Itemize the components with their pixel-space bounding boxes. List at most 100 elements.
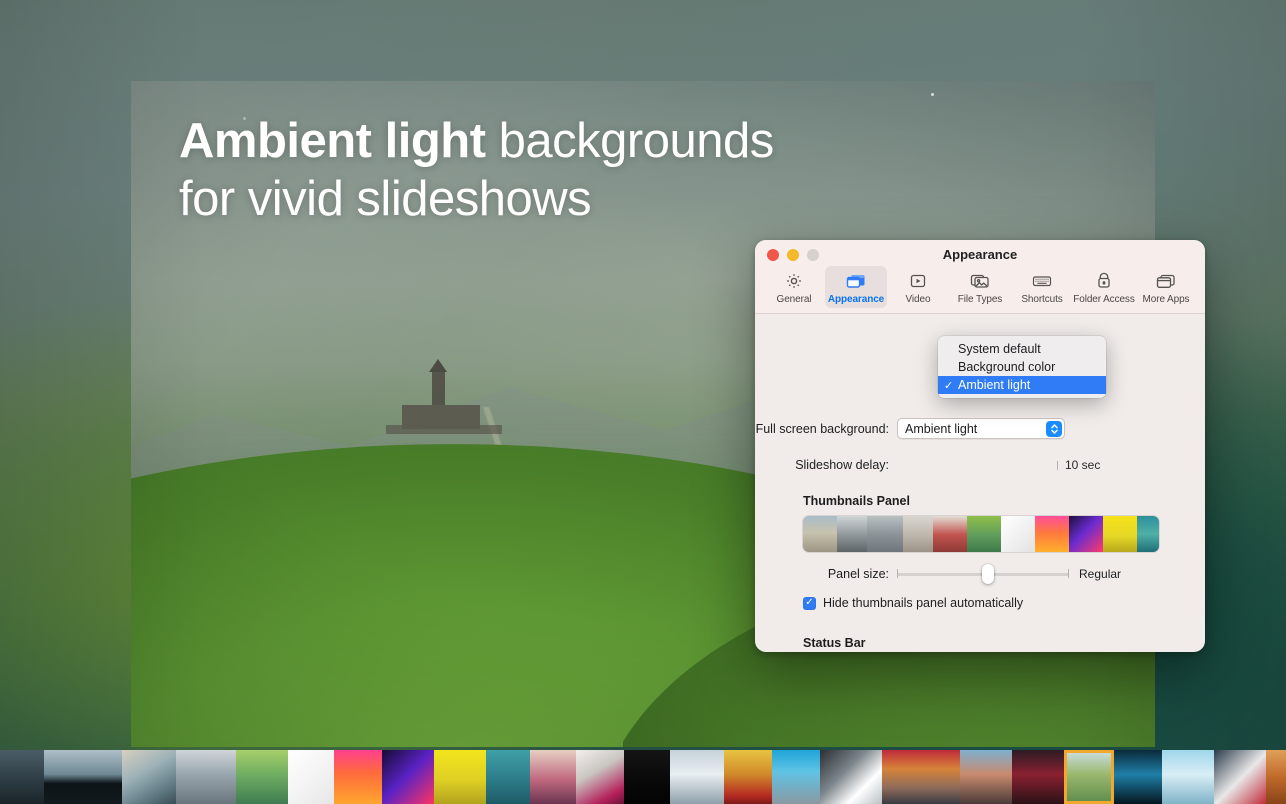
thumbnail-preview-item [867,516,903,552]
menu-item-ambient-light[interactable]: ✓ Ambient light [938,376,1106,394]
fullscreen-background-select[interactable]: Ambient light [897,418,1065,439]
desktop-background: Ambient light backgrounds for vivid slid… [0,0,1286,804]
menu-item-label: Ambient light [958,378,1031,392]
tab-more-apps[interactable]: More Apps [1135,266,1197,308]
appearance-preferences-window[interactable]: Appearance General Appearance Video File… [755,240,1205,652]
menu-item-label: Background color [958,360,1056,374]
hide-thumbnails-checkbox-row[interactable]: ✓ Hide thumbnails panel automatically [803,596,1205,610]
thumbnails-panel-preview[interactable] [803,516,1159,552]
apps-windows-icon [1155,270,1177,292]
filmstrip-thumb[interactable] [176,750,236,804]
check-icon: ✓ [944,379,954,392]
panel-size-slider[interactable] [897,564,1069,584]
tab-shortcuts-label: Shortcuts [1021,294,1063,305]
tab-general[interactable]: General [763,266,825,308]
menu-item-label: System default [958,342,1041,356]
thumbnail-preview-item [1001,516,1035,552]
window-title: Appearance [942,247,1018,262]
panel-size-label: Panel size: [827,567,889,581]
filmstrip-thumb[interactable] [434,750,486,804]
thumbnail-preview-item [837,516,867,552]
thumbnails-panel-title: Thumbnails Panel [803,494,910,508]
thumbnail-preview-item [933,516,967,552]
slider-tick-end [1068,569,1069,578]
photo-stack-icon [969,270,991,292]
tab-folder-access-label: Folder Access [1073,294,1135,305]
gear-icon [784,270,804,292]
fullscreen-background-label: Full screen background: [755,421,889,436]
thumbnail-preview-item [1103,516,1137,552]
filmstrip-thumb[interactable] [1162,750,1214,804]
filmstrip-thumb[interactable] [670,750,724,804]
headline-rest: backgrounds [485,114,775,168]
filmstrip-thumb[interactable] [1214,750,1266,804]
status-bar-title: Status Bar [803,636,866,650]
tab-file-types[interactable]: File Types [949,266,1011,308]
filmstrip-thumb[interactable] [122,750,176,804]
windows-icon [845,270,867,292]
fullscreen-background-row: Full screen background: Ambient light [755,418,1205,439]
headline-line2: for vivid slideshows [179,172,592,226]
thumbnail-preview-item [1069,516,1103,552]
panel-size-value: Regular [1079,567,1122,581]
slider-tick [1057,461,1058,470]
filmstrip-thumb[interactable] [1012,750,1064,804]
filmstrip-thumb[interactable] [382,750,434,804]
filmstrip-thumb[interactable] [882,750,960,804]
thumbnail-preview-item [967,516,1001,552]
tab-folder-access[interactable]: Folder Access [1073,266,1135,308]
filmstrip-thumb[interactable] [772,750,820,804]
filmstrip-thumb[interactable] [576,750,624,804]
play-icon [908,270,928,292]
headline-bold: Ambient light [179,114,486,168]
tab-appearance[interactable]: Appearance [825,266,887,308]
tab-appearance-label: Appearance [827,294,885,305]
panel-size-row: Panel size: Regular [755,564,1205,584]
filmstrip-thumb-selected[interactable] [1064,750,1114,804]
tab-file-types-label: File Types [957,294,1003,305]
slider-tick-start [897,569,898,578]
menu-item-system-default[interactable]: System default [938,340,1106,358]
slideshow-delay-value-wrap[interactable]: 10 sec [1057,458,1100,472]
lock-folder-icon [1094,270,1114,292]
slider-thumb[interactable] [982,564,994,584]
slideshow-delay-label: Slideshow delay: [795,458,889,472]
tab-general-label: General [776,294,812,305]
filmstrip-thumb[interactable] [334,750,382,804]
preferences-content: Full screen background: Ambient light Sl… [755,314,1205,652]
tab-more-apps-label: More Apps [1142,294,1190,305]
tab-video-label: Video [905,294,931,305]
filmstrip-thumb[interactable] [288,750,334,804]
filmstrip-thumb[interactable] [1114,750,1162,804]
filmstrip-thumb[interactable] [1266,750,1286,804]
filmstrip-thumb[interactable] [820,750,882,804]
hero-headline: Ambient light backgrounds for vivid slid… [179,112,774,228]
filmstrip-thumb[interactable] [624,750,670,804]
thumbnail-preview-item [903,516,933,552]
tab-video[interactable]: Video [887,266,949,308]
hide-thumbnails-label: Hide thumbnails panel automatically [823,596,1024,610]
slideshow-delay-row: Slideshow delay: 10 sec [755,458,1205,472]
thumbnail-preview-item [1137,516,1159,552]
filmstrip-thumb[interactable] [486,750,530,804]
filmstrip-thumb[interactable] [0,750,44,804]
fullscreen-background-menu[interactable]: System default Background color ✓ Ambient l… [938,336,1106,398]
thumbnail-preview-item [803,516,837,552]
filmstrip-thumb[interactable] [724,750,772,804]
check-glyph: ✓ [805,597,814,608]
filmstrip-thumb[interactable] [236,750,288,804]
thumbnail-preview-item [1035,516,1069,552]
filmstrip-thumb[interactable] [44,750,122,804]
menu-item-background-color[interactable]: Background color [938,358,1106,376]
filmstrip-thumb[interactable] [960,750,1012,804]
chevron-updown-icon[interactable] [1046,421,1062,437]
thumbnail-filmstrip[interactable] [0,750,1286,804]
keyboard-icon [1031,270,1053,292]
window-toolbar: Appearance General Appearance Video File… [755,240,1205,314]
tab-shortcuts[interactable]: Shortcuts [1011,266,1073,308]
hide-thumbnails-checkbox[interactable]: ✓ [803,596,816,610]
filmstrip-thumb[interactable] [530,750,576,804]
slideshow-delay-value: 10 sec [1065,458,1101,472]
fullscreen-background-value: Ambient light [905,421,978,436]
preferences-tab-bar[interactable]: General Appearance Video File Types Shor… [755,266,1205,308]
